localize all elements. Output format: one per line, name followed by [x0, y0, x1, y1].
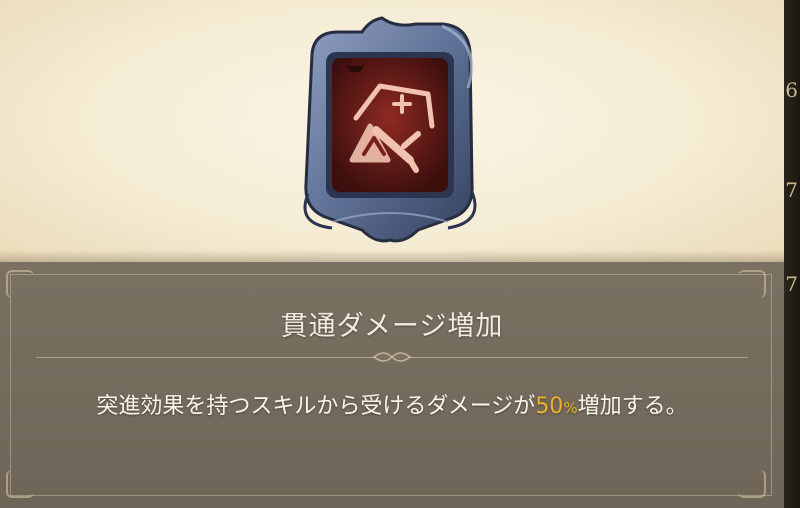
side-number: 7 [785, 178, 798, 202]
effect-value-number: 50 [535, 394, 564, 419]
skill-info-panel: 貫通ダメージ増加 突進効果を持つスキルから受けるダメージが50%増加する。 [0, 262, 784, 508]
skill-badge [303, 16, 477, 243]
divider-ornament-icon [372, 352, 412, 362]
right-edge-strip: 6 7 7 [784, 0, 800, 508]
effect-value-unit: % [563, 399, 578, 417]
corner-ornament [738, 270, 766, 298]
description-prefix: 突進効果を持つスキルから受けるダメージが [96, 394, 536, 419]
corner-ornament [738, 470, 766, 498]
skill-name: 貫通ダメージ増加 [280, 311, 504, 342]
side-number: 7 [785, 272, 798, 296]
corner-ornament [6, 470, 34, 498]
corner-ornament [6, 270, 34, 298]
effect-value: 50% [535, 394, 577, 419]
skill-description: 突進効果を持つスキルから受けるダメージが50%増加する。 [0, 388, 784, 420]
skill-tooltip: 6 7 7 貫通ダメージ増加 突進効果を持つスキルから受けるダメージが50%増加… [0, 0, 800, 508]
side-number: 6 [785, 78, 798, 102]
description-suffix: 増加する。 [577, 394, 688, 419]
